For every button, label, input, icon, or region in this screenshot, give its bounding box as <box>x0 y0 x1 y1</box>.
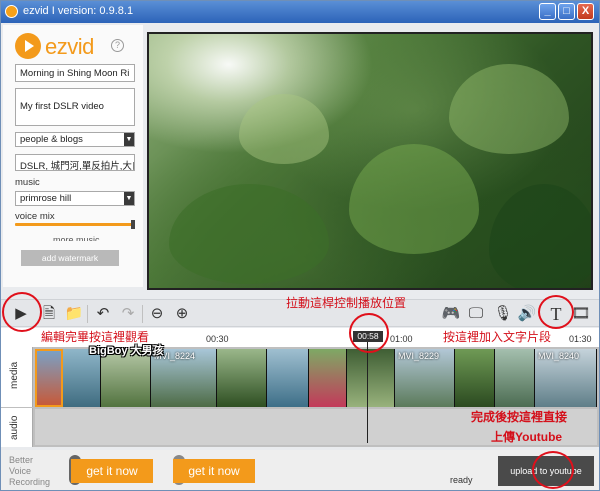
music-value: primrose hill <box>20 193 72 204</box>
window-title: ezvid I version: 0.9.8.1 <box>23 5 134 17</box>
promo-text: Better Voice Recording <box>9 455 51 487</box>
minimize-button[interactable]: _ <box>539 3 556 20</box>
get-it-now-button[interactable]: get it now <box>71 459 153 483</box>
chevron-down-icon: ▼ <box>124 133 134 146</box>
tags-input[interactable]: DSLR, 城門河,單反拍片,大自 <box>15 154 135 171</box>
category-select[interactable]: people & blogs ▼ <box>15 132 135 147</box>
annotation-drag-playhead: 拉動這桿控制播放位置 <box>286 296 407 310</box>
microphone-icon[interactable]: 🎙 <box>493 304 513 324</box>
toolbar-divider <box>142 305 143 323</box>
media-track-label: media <box>1 347 33 407</box>
highlight-ring-play <box>2 292 42 332</box>
music-label: music <box>15 177 40 188</box>
undo-icon[interactable]: ↶ <box>93 304 113 324</box>
ruler-tick: 00:30 <box>206 334 229 344</box>
redo-icon[interactable]: ↷ <box>118 304 138 324</box>
author-caption: BigBoy 大男孩 <box>89 345 164 357</box>
zoom-out-icon[interactable]: ⊖ <box>147 304 167 324</box>
folder-icon[interactable]: 📁 <box>64 304 84 324</box>
clip-thumbnail[interactable] <box>347 349 395 407</box>
clip-thumbnail[interactable] <box>495 349 535 407</box>
clip-thumbnail[interactable] <box>309 349 347 407</box>
ruler-tick: 01:00 <box>390 334 413 344</box>
app-window: ezvid I version: 0.9.8.1 _ □ X ezvid ? M… <box>0 0 600 491</box>
voice-mix-label: voice mix <box>15 211 55 222</box>
maximize-button[interactable]: □ <box>558 3 575 20</box>
highlight-ring-text <box>538 295 574 329</box>
monitor-icon[interactable]: 🖵 <box>466 304 486 324</box>
chevron-down-icon: ▼ <box>124 192 134 205</box>
film-icon[interactable]: 🎞 <box>571 304 591 324</box>
video-preview <box>147 32 593 290</box>
status-text: ready <box>450 475 473 485</box>
clip-label: MVI_8229 <box>398 351 440 361</box>
logo-play-icon <box>15 33 41 59</box>
clip-thumbnail[interactable]: MVI_8229 <box>395 349 455 407</box>
voice-mix-slider[interactable] <box>15 220 135 229</box>
playhead[interactable] <box>367 341 368 443</box>
file-icon[interactable]: 🗎 <box>39 304 59 324</box>
ruler-tick: 01:30 <box>569 334 592 344</box>
sidebar: ezvid ? Morning in Shing Moon Ri My firs… <box>3 25 143 287</box>
speaker-icon[interactable]: 🔊 <box>517 304 537 324</box>
title-bar: ezvid I version: 0.9.8.1 _ □ X <box>1 1 599 23</box>
more-music-link[interactable]: more music <box>53 235 100 241</box>
logo-wordmark: ezvid <box>45 34 94 59</box>
clip-thumbnail[interactable] <box>267 349 309 407</box>
clip-thumbnail[interactable] <box>455 349 495 407</box>
slider-handle[interactable] <box>131 220 135 229</box>
clip-thumbnail[interactable] <box>217 349 267 407</box>
clip-thumbnail[interactable] <box>35 349 63 407</box>
get-it-now-button[interactable]: get it now <box>173 459 255 483</box>
annotation-upload-hint-2: 上傳Youtube <box>491 430 563 444</box>
add-watermark-button[interactable]: add watermark <box>21 250 119 266</box>
clip-label: MVI_8240 <box>538 351 580 361</box>
toolbar-divider <box>87 305 88 323</box>
app-icon <box>5 5 18 18</box>
description-input[interactable]: My first DSLR video <box>15 88 135 126</box>
close-button[interactable]: X <box>577 3 594 20</box>
audio-track-label: audio <box>1 408 33 447</box>
annotation-upload-hint-1: 完成後按這裡直接 <box>471 410 568 424</box>
highlight-ring-playhead <box>349 313 389 353</box>
zoom-in-icon[interactable]: ⊕ <box>172 304 192 324</box>
ezvid-logo: ezvid ? <box>15 33 125 61</box>
clip-thumbnail[interactable]: MVI_8240 <box>535 349 597 407</box>
category-value: people & blogs <box>20 134 83 145</box>
annotation-text-hint: 按這裡加入文字片段 <box>443 330 552 344</box>
gamepad-icon[interactable]: 🎮 <box>441 304 461 324</box>
title-input[interactable]: Morning in Shing Moon Ri <box>15 64 135 82</box>
highlight-ring-upload <box>532 451 574 489</box>
help-icon[interactable]: ? <box>111 39 124 52</box>
music-select[interactable]: primrose hill ▼ <box>15 191 135 206</box>
